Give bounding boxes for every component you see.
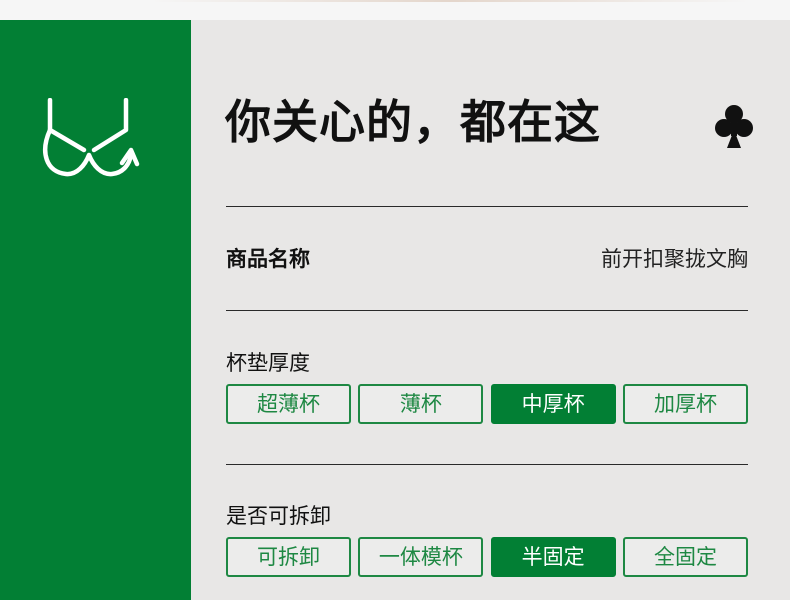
detachable-option[interactable]: 全固定 — [622, 537, 748, 577]
cup-thickness-label: 杯垫厚度 — [226, 351, 310, 375]
divider — [226, 206, 748, 207]
detachable-label: 是否可拆卸 — [226, 504, 331, 528]
top-strip — [0, 0, 790, 20]
detachable-option[interactable]: 半固定 — [490, 537, 616, 577]
product-name-label: 商品名称 — [226, 247, 310, 271]
cup-thickness-option[interactable]: 超薄杯 — [226, 384, 351, 424]
page-title: 你关心的，都在这 — [225, 95, 601, 149]
detachable-option[interactable]: 可拆卸 — [226, 537, 351, 577]
content-panel: 你关心的，都在这 商品名称 前开扣聚拢文胸 杯垫厚度 超薄杯 薄杯 中厚杯 加厚… — [191, 20, 790, 600]
sidebar — [0, 20, 191, 600]
cup-thickness-option[interactable]: 薄杯 — [358, 384, 484, 424]
bra-icon — [43, 98, 140, 177]
divider — [226, 464, 748, 465]
cup-thickness-option[interactable]: 中厚杯 — [490, 384, 616, 424]
cup-thickness-options: 超薄杯 薄杯 中厚杯 加厚杯 — [226, 384, 748, 424]
cup-thickness-option[interactable]: 加厚杯 — [622, 384, 748, 424]
divider — [226, 310, 748, 311]
club-suit-icon — [715, 105, 753, 148]
product-name-value: 前开扣聚拢文胸 — [601, 247, 748, 271]
detachable-options: 可拆卸 一体模杯 半固定 全固定 — [226, 537, 748, 577]
detachable-option[interactable]: 一体模杯 — [358, 537, 484, 577]
